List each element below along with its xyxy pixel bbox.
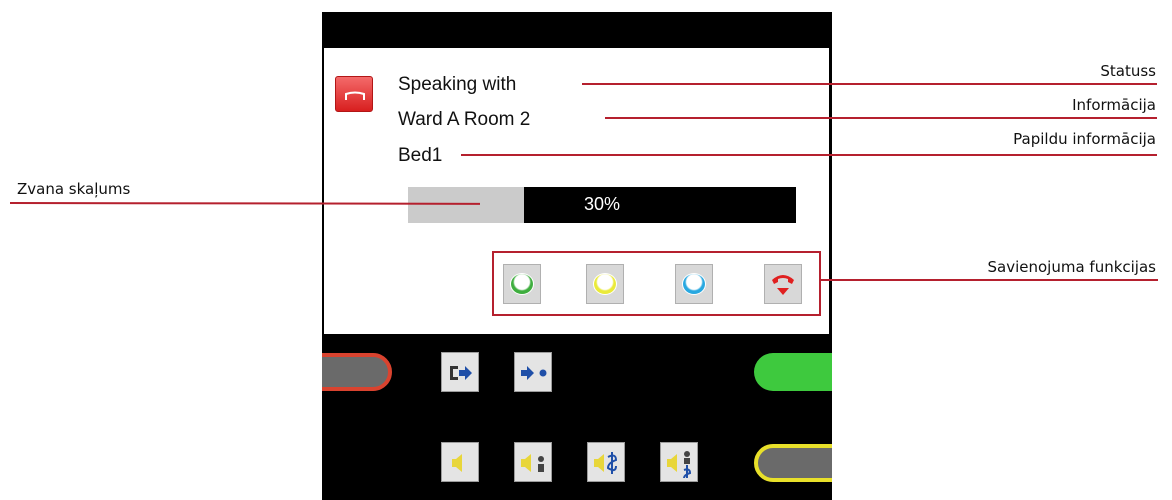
speaker-settings-icon [667, 451, 692, 479]
hang-up-button[interactable] [764, 264, 802, 304]
information-label: Informācija [1072, 96, 1156, 114]
forward-icon [521, 366, 547, 380]
extra-information-label: Papildu informācija [1013, 130, 1156, 148]
speaker-settings-key[interactable] [660, 442, 698, 482]
extra-info-text: Bed1 [398, 145, 443, 166]
speaker-music-key[interactable] [587, 442, 625, 482]
connection-functions-label: Savienojuma funkcijas [987, 258, 1157, 276]
info-text: Ward A Room 2 [398, 109, 531, 130]
display-screen: Speaking with Ward A Room 2 Bed1 30% [324, 48, 829, 334]
hang-up-icon [772, 275, 794, 295]
speaker-volume-icon [521, 454, 544, 472]
speaker-key[interactable] [441, 442, 479, 482]
speaker-icon [452, 454, 462, 472]
extra-information-callout-line [461, 154, 1157, 156]
ring-volume-label-annotation: Zvana skaļums [17, 180, 131, 198]
status-callout-line [582, 83, 1157, 85]
intercom-device: Speaking with Ward A Room 2 Bed1 30% [322, 12, 832, 500]
call-status-icon [335, 76, 373, 112]
status-label: Statuss [1100, 62, 1156, 80]
right-green-pill-button[interactable] [754, 353, 832, 391]
green-circle-icon [510, 273, 534, 295]
speaker-volume-key[interactable] [514, 442, 552, 482]
forward-key[interactable] [514, 352, 552, 392]
right-yellow-pill-button[interactable] [754, 444, 832, 482]
ring-volume-callout-line [9, 202, 480, 205]
ring-volume-bar[interactable]: 30% [408, 187, 796, 223]
blue-call-button[interactable] [675, 264, 713, 304]
left-red-pill-button[interactable] [322, 353, 392, 391]
connection-functions-callout-line [820, 279, 1158, 281]
blue-circle-icon [682, 273, 706, 295]
transfer-icon [450, 366, 472, 380]
connection-functions-group [492, 251, 821, 316]
yellow-call-button[interactable] [586, 264, 624, 304]
green-call-button[interactable] [503, 264, 541, 304]
transfer-key[interactable] [441, 352, 479, 392]
status-text: Speaking with [398, 74, 517, 95]
speaker-music-icon [594, 452, 618, 474]
information-callout-line [605, 117, 1157, 119]
yellow-circle-icon [593, 273, 617, 295]
